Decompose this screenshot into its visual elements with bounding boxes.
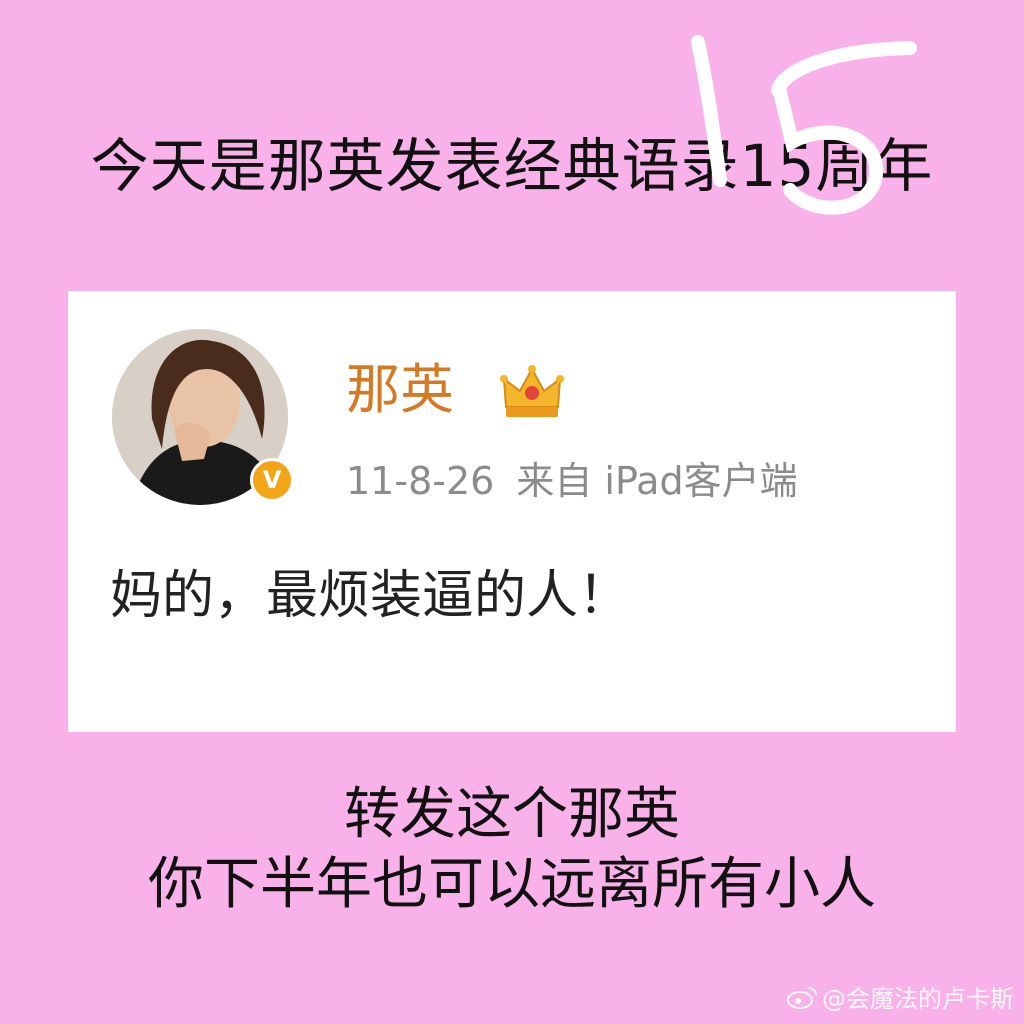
watermark-text: @会魔法的卢卡斯 <box>822 985 1014 1013</box>
post-date: 11-8-26 <box>346 459 495 503</box>
post-text: 妈的，最烦装逼的人！ <box>110 566 631 626</box>
verified-badge: V <box>250 458 294 502</box>
bottom-line-1: 转发这个那英 <box>344 782 680 847</box>
post-card: V 那英 11-8-26 来自 iPad客户端 妈的，最烦装逼的人！ <box>68 291 956 732</box>
weibo-icon <box>787 986 817 1009</box>
crown-icon <box>500 365 564 417</box>
bottom-line-2: 你下半年也可以远离所有小人 <box>148 852 876 917</box>
bottom-caption: 转发这个那英 你下半年也可以远离所有小人 <box>0 780 1024 920</box>
watermark: @会魔法的卢卡斯 <box>786 979 1014 1014</box>
handwritten-number-15 <box>691 35 917 215</box>
post-meta: 11-8-26 来自 iPad客户端 <box>346 453 798 509</box>
username[interactable]: 那英 <box>346 355 454 425</box>
post-source[interactable]: 来自 iPad客户端 <box>516 459 797 503</box>
